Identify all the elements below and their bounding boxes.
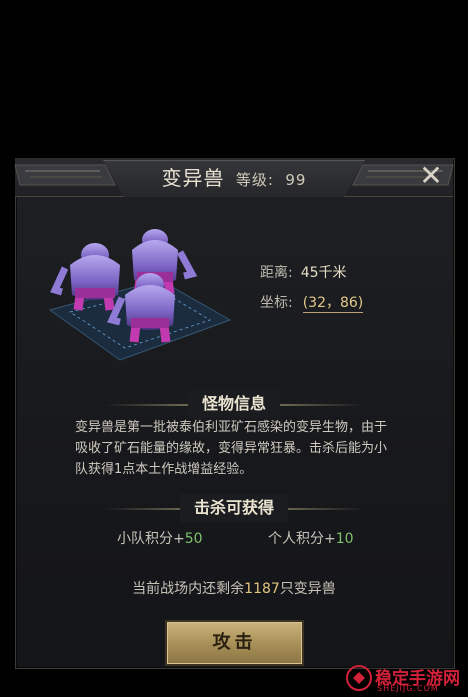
level-label: 等级: (235, 171, 274, 189)
distance-label: 距离: (260, 265, 293, 281)
coordinate-link[interactable]: (32，86) (302, 295, 364, 313)
coordinate-label: 坐标: (260, 295, 293, 311)
personal-points-reward: 个人积分+10 (268, 528, 354, 548)
dialog-title: 变异兽 等级: 99 (103, 163, 365, 193)
level-value: 99 (285, 171, 307, 189)
remaining-count: 当前战场内还剩余1187只变异兽 (15, 578, 453, 598)
team-points-value: 50 (184, 531, 203, 547)
monster-info-title: 怪物信息 (187, 390, 280, 418)
watermark-sub: SHEJIJG.COM (377, 684, 439, 693)
personal-points-label: 个人积分+ (268, 531, 336, 547)
personal-points-value: 10 (335, 531, 354, 547)
remaining-number: 1187 (244, 581, 280, 597)
rewards-title: 击杀可获得 (179, 494, 288, 522)
monster-info-heading: 怪物信息 (15, 390, 453, 418)
remaining-suffix: 只变异兽 (279, 581, 336, 597)
monster-portrait (48, 229, 232, 361)
coordinate-row: 坐标: (32，86) (260, 292, 364, 313)
site-watermark: 稳定手游网 SHEJIJG.COM (345, 664, 465, 694)
close-icon[interactable]: ✕ (414, 160, 448, 192)
watermark-logo-icon (346, 665, 372, 691)
attack-button[interactable]: 攻击 (167, 622, 302, 664)
monster-name: 变异兽 (161, 166, 225, 190)
remaining-prefix: 当前战场内还剩余 (132, 581, 245, 597)
monster-description: 变异兽是第一批被泰伯利亚矿石感染的变异生物，由于吸收了矿石能量的缘故，变得异常狂… (75, 420, 388, 477)
distance-value: 45千米 (300, 265, 347, 281)
team-points-label: 小队积分+ (117, 531, 185, 547)
team-points-reward: 小队积分+50 (117, 528, 203, 548)
distance-row: 距离: 45千米 (260, 262, 347, 282)
rewards-heading: 击杀可获得 (15, 494, 453, 522)
